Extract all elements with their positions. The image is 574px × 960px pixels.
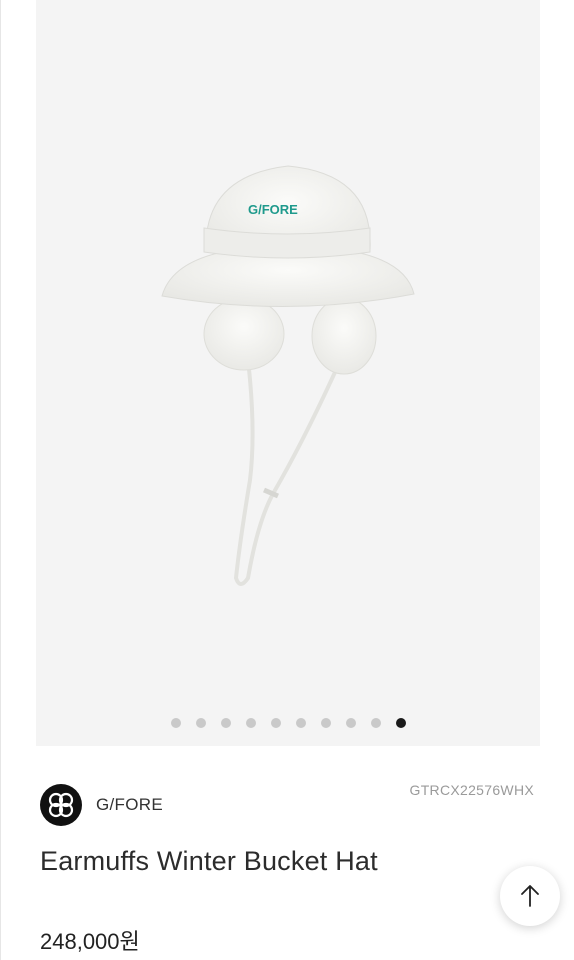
scroll-to-top-button[interactable] <box>500 866 560 926</box>
product-sku: GTRCX22576WHX <box>409 782 534 798</box>
carousel-dot[interactable] <box>245 718 256 728</box>
carousel-dot[interactable] <box>195 718 206 728</box>
product-image: G/FORE <box>161 165 415 586</box>
product-price: 248,000원 <box>40 929 140 954</box>
carousel-dots <box>36 718 540 730</box>
gfore-logo-icon <box>40 784 82 826</box>
carousel-dot[interactable] <box>270 718 281 728</box>
product-title: Earmuffs Winter Bucket Hat <box>40 846 378 876</box>
carousel-dot[interactable] <box>345 718 356 728</box>
carousel-dot[interactable] <box>370 718 381 728</box>
arrow-up-icon <box>521 885 539 907</box>
carousel-dot[interactable] <box>295 718 306 728</box>
carousel-dot[interactable] <box>220 718 231 728</box>
product-image-gallery[interactable]: G/FORE <box>36 0 540 746</box>
brand-name[interactable]: G/FORE <box>96 795 163 815</box>
carousel-dot[interactable] <box>320 718 331 728</box>
carousel-dot[interactable] <box>170 718 181 728</box>
carousel-dot-active[interactable] <box>395 718 406 728</box>
page-edge <box>0 0 1 960</box>
brand-link[interactable]: G/FORE <box>40 784 163 826</box>
hat-logo-embroidery: G/FORE <box>248 202 298 217</box>
